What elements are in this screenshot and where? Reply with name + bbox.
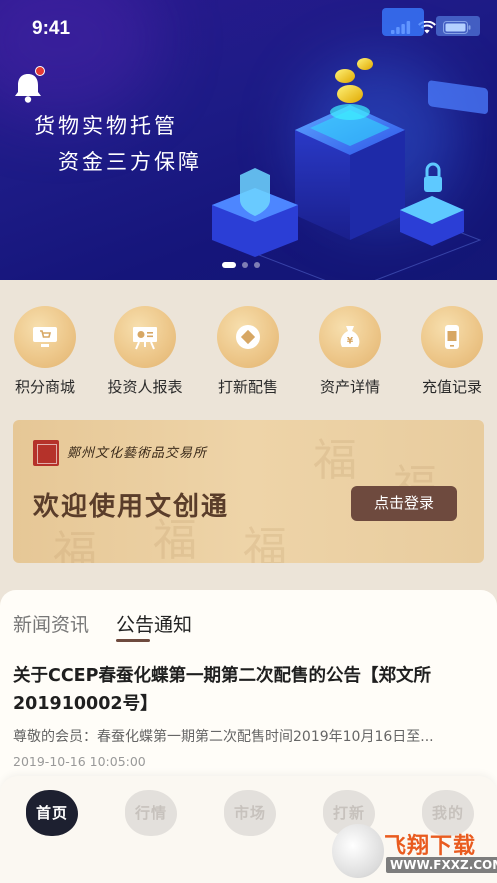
quick-item-label: 充值记录 (421, 378, 482, 396)
notification-dot (35, 66, 45, 76)
quick-item-label: 打新配售 (217, 378, 278, 396)
welcome-text: 欢迎使用文创通 (33, 492, 230, 522)
watermark-url: WWW.FXXZ.COM (386, 857, 497, 873)
seal-logo (33, 440, 59, 466)
organization-name: 鄭州文化藝術品交易所 (67, 446, 208, 461)
login-button[interactable]: 点击登录 (351, 486, 457, 521)
money-bag-icon: ¥ (340, 326, 360, 347)
login-card: 福 福 福 福 福 鄭州文化藝術品交易所 欢迎使用文创通 点击登录 (13, 420, 484, 563)
tab-news[interactable]: 新闻资讯 (13, 610, 89, 637)
quick-item-label: 积分商城 (14, 378, 75, 396)
tab-announcements[interactable]: 公告通知 (116, 610, 192, 637)
quick-item-recharge-records[interactable]: 充值记录 (407, 306, 497, 397)
active-tab-indicator (116, 639, 150, 642)
hero-banner[interactable]: 9:41 货物实物托管 资金三方保障 (0, 0, 497, 280)
chart-board-icon (133, 327, 157, 350)
nav-home[interactable]: 首页 (22, 784, 82, 844)
nav-label: 首页 (35, 804, 68, 822)
watermark-text: 飞翔下载 (384, 834, 477, 859)
quick-item-label: 投资人报表 (107, 378, 183, 396)
quick-item-asset-details[interactable]: ¥ 资产详情 (305, 306, 395, 397)
quick-menu: 积分商城 投资人报表 打新配售 ¥ 资产详情 充值记录 (0, 306, 497, 398)
site-watermark: 飞翔下载 WWW.FXXZ.COM (332, 824, 497, 878)
article-date: 2019-10-16 10:05:00 (13, 754, 146, 769)
coin-icon (236, 325, 260, 349)
quick-item-points-mall[interactable]: 积分商城 (0, 306, 90, 397)
nav-market[interactable]: 市场 (220, 784, 280, 844)
watermark-logo-icon (332, 824, 384, 878)
nav-label: 我的 (431, 804, 464, 822)
nav-label: 市场 (233, 804, 266, 822)
carousel-indicator[interactable] (222, 262, 260, 268)
quick-item-label: 资产详情 (319, 378, 380, 396)
recharge-phone-icon (445, 325, 459, 349)
article-title[interactable]: 关于CCEP春蚕化蝶第一期第二次配售的公告【郑文所201910002号】 (13, 662, 487, 718)
server-illustration (212, 8, 488, 280)
computer-cart-icon (33, 327, 57, 347)
quick-item-new-allotment[interactable]: 打新配售 (203, 306, 293, 397)
hero-slogan-2: 资金三方保障 (58, 150, 202, 174)
svg-text:¥: ¥ (347, 337, 354, 347)
status-time: 9:41 (32, 18, 71, 39)
nav-label: 行情 (134, 804, 167, 822)
hero-slogan-1: 货物实物托管 (34, 114, 178, 138)
nav-market-quotes[interactable]: 行情 (121, 784, 181, 844)
nav-label: 打新 (332, 804, 365, 822)
quick-item-investor-report[interactable]: 投资人报表 (100, 306, 190, 397)
article-summary: 尊敬的会员：春蚕化蝶第一期第二次配售时间2019年10月16日至... (13, 729, 434, 745)
